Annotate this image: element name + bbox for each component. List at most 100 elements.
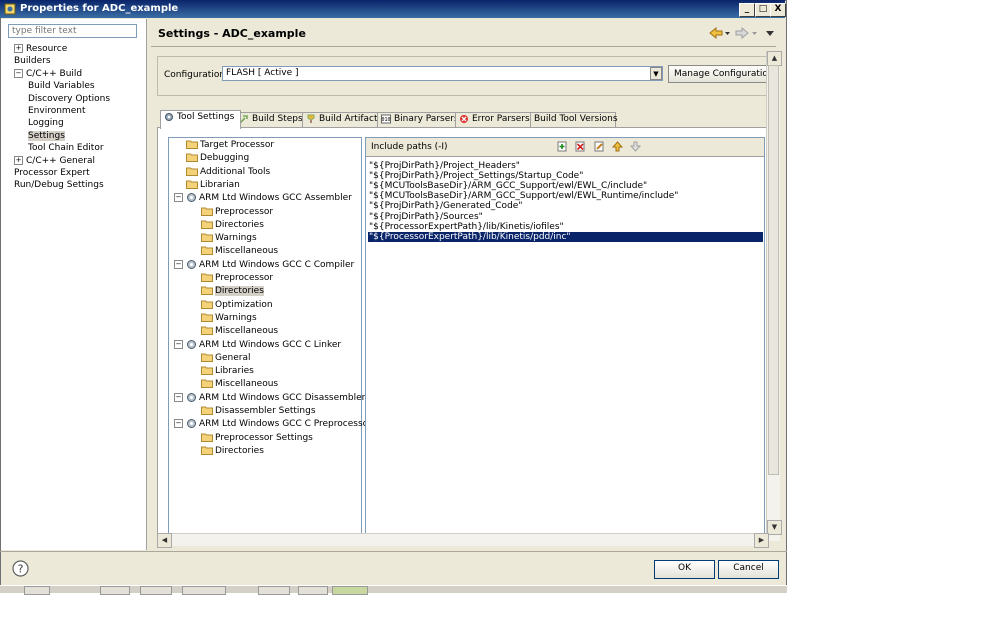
collapse-icon[interactable]: −	[174, 339, 183, 349]
nav-item[interactable]: Discovery Options	[28, 93, 110, 105]
back-menu-icon[interactable]	[725, 32, 730, 35]
minimize-button[interactable]: _	[739, 3, 755, 17]
ok-button[interactable]: OK	[654, 560, 715, 579]
header-separator	[151, 46, 776, 47]
nav-item[interactable]: Tool Chain Editor	[28, 142, 104, 154]
collapse-icon[interactable]: −	[174, 419, 183, 429]
help-icon[interactable]: ?	[12, 560, 29, 577]
tool-option-node[interactable]: Warnings	[201, 312, 257, 324]
help-glyph: ?	[18, 563, 24, 576]
close-button[interactable]: X	[770, 3, 786, 17]
nav-item[interactable]: Processor Expert	[14, 167, 90, 179]
include-path-item[interactable]: "${ProcessorExpertPath}/lib/Kinetis/iofi…	[368, 222, 564, 232]
nav-item[interactable]: Builders	[14, 55, 51, 67]
collapse-icon[interactable]: −	[174, 392, 183, 402]
scroll-up-icon[interactable]: ▲	[767, 51, 782, 66]
tool-option-node[interactable]: Warnings	[201, 232, 257, 244]
chevron-down-icon[interactable]: ▼	[650, 67, 662, 80]
nav-item[interactable]: Logging	[28, 117, 64, 129]
tab-label: Error Parsers	[472, 114, 530, 124]
tool-node-label: Warnings	[215, 233, 257, 244]
scroll-left-icon[interactable]: ◀	[157, 533, 172, 548]
cancel-button[interactable]: Cancel	[718, 560, 779, 579]
tab-tool-settings[interactable]: Tool Settings	[160, 110, 241, 129]
edit-path-icon[interactable]	[594, 141, 605, 152]
include-path-item[interactable]: "${MCUToolsBaseDir}/ARM_GCC_Support/ewl/…	[368, 181, 647, 191]
tool-option-node[interactable]: Optimization	[201, 299, 273, 311]
nav-item[interactable]: Environment	[28, 105, 85, 117]
tool-option-node[interactable]: Preprocessor Settings	[201, 432, 313, 444]
taskbar-item[interactable]	[100, 586, 130, 595]
collapse-icon[interactable]: −	[174, 193, 183, 203]
forward-menu-icon[interactable]	[752, 32, 757, 35]
expand-icon[interactable]: +	[14, 155, 23, 165]
nav-item[interactable]: Run/Debug Settings	[14, 179, 104, 191]
expand-icon[interactable]: +	[14, 44, 23, 53]
tool-option-node[interactable]: Miscellaneous	[201, 378, 278, 390]
filter-input[interactable]	[8, 24, 137, 38]
add-path-icon[interactable]	[557, 141, 568, 152]
include-path-item[interactable]: "${ProjDirPath}/Sources"	[368, 212, 483, 222]
include-path-item[interactable]: "${ProjDirPath}/Generated_Code"	[368, 201, 522, 211]
taskbar-item[interactable]	[182, 586, 226, 595]
include-path-item[interactable]: "${ProcessorExpertPath}/lib/Kinetis/pdd/…	[368, 231, 763, 242]
tool-node[interactable]: − ARM Ltd Windows GCC C Linker	[174, 339, 341, 351]
include-path-item[interactable]: "${ProjDirPath}/Project_Headers"	[368, 161, 520, 171]
delete-path-icon[interactable]	[575, 141, 586, 152]
maximize-button[interactable]: □	[755, 3, 771, 17]
tool-option-node[interactable]: Libraries	[201, 365, 254, 377]
forward-arrow-icon[interactable]	[735, 27, 749, 39]
scrollbar-thumb[interactable]	[768, 65, 779, 475]
move-up-icon[interactable]	[612, 141, 623, 152]
taskbar-item[interactable]	[332, 586, 368, 595]
tool-option-node[interactable]: Debugging	[186, 152, 249, 164]
taskbar-item[interactable]	[298, 586, 328, 595]
nav-item[interactable]: Settings	[28, 130, 65, 142]
taskbar-item[interactable]	[258, 586, 290, 595]
tool-option-node[interactable]: General	[201, 352, 250, 364]
tool-option-node[interactable]: Directories	[201, 445, 264, 457]
tool-option-node[interactable]: Target Processor	[186, 139, 274, 151]
tool-option-node[interactable]: Preprocessor	[201, 272, 273, 284]
include-paths-list[interactable]: "${ProjDirPath}/Project_Headers" "${ProjD…	[366, 158, 764, 533]
tool-node-label: Additional Tools	[200, 166, 271, 177]
title-bar[interactable]: Properties for ADC_example _ □ X	[0, 0, 786, 18]
tool-node[interactable]: − ARM Ltd Windows GCC Assembler	[174, 192, 352, 204]
manage-configurations-button[interactable]: Manage Configurations...	[668, 65, 770, 83]
horizontal-scrollbar[interactable]	[157, 533, 767, 546]
tool-option-node[interactable]: Librarian	[186, 179, 240, 191]
tool-option-node[interactable]: Directories	[201, 219, 264, 231]
taskbar-item[interactable]	[140, 586, 172, 595]
taskbar-item[interactable]	[24, 586, 50, 595]
tab-error-parsers[interactable]: Error Parsers	[455, 112, 535, 128]
tool-option-node[interactable]: Disassembler Settings	[201, 405, 316, 417]
include-path-item[interactable]: "${ProjDirPath}/Project_Settings/Startup…	[368, 171, 583, 181]
tool-option-node[interactable]: Preprocessor	[201, 206, 273, 218]
scroll-right-icon[interactable]: ▶	[754, 533, 769, 548]
tool-node-label: ARM Ltd Windows GCC Assembler	[199, 193, 352, 204]
tool-node[interactable]: − ARM Ltd Windows GCC C Preprocessor	[174, 418, 372, 430]
tool-option-node[interactable]: Miscellaneous	[201, 325, 278, 337]
back-arrow-icon[interactable]	[709, 27, 723, 39]
tool-option-node[interactable]: Directories	[201, 285, 264, 297]
nav-item[interactable]: + Resource	[14, 43, 67, 55]
collapse-icon[interactable]: −	[14, 68, 23, 78]
scroll-down-icon[interactable]: ▼	[767, 520, 782, 535]
tab-binary-parsers[interactable]: 010 Binary Parsers	[377, 112, 460, 128]
nav-item[interactable]: Build Variables	[28, 80, 95, 92]
tool-node[interactable]: − ARM Ltd Windows GCC Disassembler	[174, 392, 365, 404]
tab-build-steps[interactable]: Build Steps	[235, 112, 307, 128]
tool-option-node[interactable]: Additional Tools	[186, 166, 270, 178]
nav-item[interactable]: − C/C++ Build	[14, 68, 82, 80]
folder-icon	[201, 220, 213, 229]
tab-build-tool-versions[interactable]: Build Tool Versions	[530, 112, 618, 128]
include-path-item[interactable]: "${MCUToolsBaseDir}/ARM_GCC_Support/ewl/…	[368, 191, 678, 201]
view-menu-icon[interactable]	[766, 31, 774, 36]
tab-build-artifact[interactable]: Build Artifact	[302, 112, 382, 128]
nav-item[interactable]: + C/C++ General	[14, 155, 95, 167]
move-down-icon[interactable]	[630, 141, 641, 152]
collapse-icon[interactable]: −	[174, 259, 183, 269]
tool-node[interactable]: − ARM Ltd Windows GCC C Compiler	[174, 259, 354, 271]
configuration-select[interactable]: FLASH [ Active ]	[222, 66, 663, 81]
tool-option-node[interactable]: Miscellaneous	[201, 245, 278, 257]
